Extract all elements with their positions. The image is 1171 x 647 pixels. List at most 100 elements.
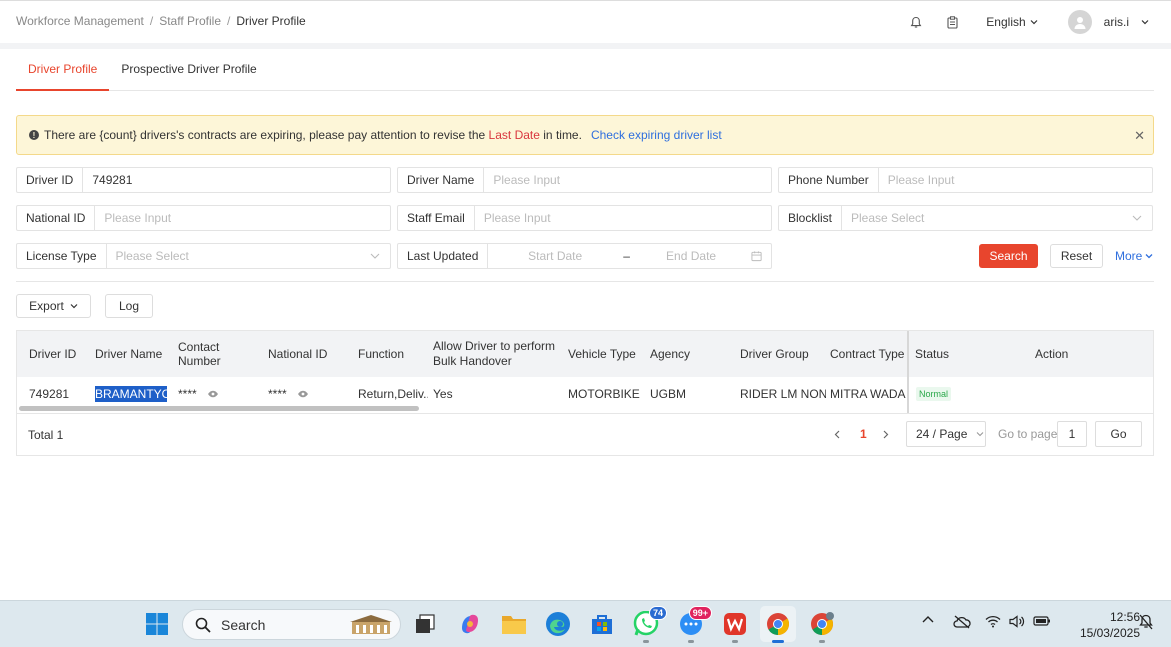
end-date-input[interactable]: End Date (631, 249, 751, 263)
column-header-bulk-handover: Allow Driver to perform Bulk Handover (433, 339, 556, 368)
phone-number-field[interactable]: Phone Number Please Input (778, 167, 1153, 193)
search-button[interactable]: Search (979, 244, 1038, 268)
chevron-left-icon (834, 430, 840, 438)
chevron-right-icon (883, 430, 889, 438)
start-date-input[interactable]: Start Date (488, 249, 622, 263)
license-type-value[interactable]: Please Select (107, 249, 371, 263)
task-view-icon[interactable] (412, 611, 438, 637)
driver-id-input[interactable]: 749281 (83, 173, 390, 187)
log-button[interactable]: Log (105, 294, 153, 318)
goto-page-input[interactable]: 1 (1057, 421, 1087, 447)
column-header-contact-number: Contact Number (178, 340, 221, 368)
driver-name-selected-text: BRAMANTYO... (95, 386, 167, 402)
cell-contact-number: **** (178, 379, 264, 409)
taskbar-search[interactable]: Search (182, 609, 401, 640)
driver-table: Driver ID Driver Name Contact Number Nat… (16, 330, 1154, 456)
eye-icon[interactable] (297, 390, 309, 398)
file-explorer-icon[interactable] (501, 611, 527, 637)
alert-text: There are {count} drivers's contracts ar… (44, 128, 486, 142)
reset-button[interactable]: Reset (1050, 244, 1103, 268)
battery-icon[interactable] (1033, 615, 1051, 627)
close-icon[interactable]: ✕ (1134, 128, 1145, 144)
breadcrumb-separator: / (149, 14, 154, 28)
blocklist-value[interactable]: Please Select (842, 211, 1132, 225)
windows-start-icon[interactable] (144, 611, 170, 637)
fixed-column-divider (907, 331, 909, 413)
wifi-icon[interactable] (985, 615, 1001, 628)
breadcrumb-workforce-management[interactable]: Workforce Management (16, 14, 144, 28)
clock-time: 12:56 (1109, 610, 1140, 624)
last-updated-range[interactable]: Last Updated Start Date – End Date (397, 243, 772, 269)
column-header-contract-type: Contract Type (830, 347, 905, 361)
license-type-label: License Type (17, 244, 107, 268)
clipboard-icon[interactable] (934, 9, 970, 35)
taskbar-clock[interactable]: 12:56 15/03/2025 (1060, 609, 1140, 641)
next-page-button[interactable] (883, 421, 889, 447)
running-indicator (732, 640, 738, 643)
driver-name-field[interactable]: Driver Name Please Input (397, 167, 772, 193)
chrome-profile-icon[interactable] (809, 611, 835, 637)
go-button[interactable]: Go (1095, 421, 1142, 447)
staff-email-input[interactable]: Please Input (475, 211, 771, 225)
column-header-action: Action (1035, 347, 1069, 361)
notifications-icon[interactable] (1139, 614, 1153, 630)
chevron-down-icon (70, 304, 78, 309)
chevron-up-icon[interactable] (922, 615, 934, 623)
license-type-select[interactable]: License Type Please Select (16, 243, 391, 269)
active-indicator (772, 640, 784, 643)
cell-driver-id: 749281 (29, 387, 70, 401)
tab-prospective-driver-profile[interactable]: Prospective Driver Profile (109, 49, 268, 91)
calendar-icon[interactable] (751, 250, 762, 262)
driver-id-label: Driver ID (17, 168, 84, 192)
warning-icon: ! (29, 130, 39, 140)
chevron-down-icon (976, 432, 984, 437)
avatar[interactable] (1067, 10, 1092, 34)
eye-icon[interactable] (207, 390, 219, 398)
page-size-select[interactable]: 24 / Page (906, 421, 986, 447)
running-indicator (819, 640, 825, 643)
bell-icon[interactable] (898, 9, 934, 35)
export-button[interactable]: Export (16, 294, 91, 318)
cell-agency: UGBM (650, 387, 686, 401)
chevron-down-icon[interactable] (1141, 19, 1149, 25)
contact-number-masked: **** (178, 387, 197, 401)
running-indicator (643, 640, 649, 643)
wps-office-icon[interactable] (722, 611, 748, 637)
more-filters-button[interactable]: More (1115, 249, 1153, 263)
language-selector[interactable]: English (986, 15, 1038, 29)
blocklist-select[interactable]: Blocklist Please Select (778, 205, 1153, 231)
messenger-icon[interactable]: 99+ (678, 606, 712, 637)
driver-name-input[interactable]: Please Input (484, 173, 771, 187)
page-number-current[interactable]: 1 (860, 421, 867, 447)
horizontal-scrollbar[interactable] (19, 406, 419, 411)
blocklist-label: Blocklist (779, 206, 843, 230)
check-expiring-driver-list-link[interactable]: Check expiring driver list (591, 128, 722, 142)
onedrive-offline-icon[interactable] (953, 615, 971, 629)
driver-name-label: Driver Name (398, 168, 485, 192)
driver-id-field[interactable]: Driver ID 749281 (16, 167, 391, 193)
date-range-separator: – (623, 249, 630, 263)
national-id-input[interactable]: Please Input (95, 211, 390, 225)
copilot-icon[interactable] (457, 611, 483, 637)
prev-page-button[interactable] (834, 421, 840, 447)
column-header-agency: Agency (650, 347, 691, 361)
national-id-field[interactable]: National ID Please Input (16, 205, 391, 231)
chevron-down-icon (1132, 215, 1142, 221)
cell-driver-name[interactable]: BRAMANTYO... (95, 379, 167, 409)
tab-driver-profile[interactable]: Driver Profile (16, 49, 110, 91)
user-name[interactable]: aris.i (1104, 15, 1129, 29)
cell-contract-type: MITRA WADA... (830, 387, 906, 401)
page-size-value: 24 / Page (916, 427, 968, 441)
whatsapp-icon[interactable]: 74 (633, 606, 667, 637)
breadcrumb-staff-profile[interactable]: Staff Profile (159, 14, 221, 28)
column-header-driver-id: Driver ID (29, 347, 77, 361)
volume-icon[interactable] (1009, 615, 1025, 628)
cell-status: Normal (916, 379, 976, 409)
filter-divider (16, 281, 1154, 282)
staff-email-field[interactable]: Staff Email Please Input (397, 205, 772, 231)
phone-number-input[interactable]: Please Input (879, 173, 1152, 187)
microsoft-store-icon[interactable] (589, 611, 615, 637)
chrome-browser-active-icon[interactable] (760, 606, 796, 642)
chevron-down-icon (1030, 20, 1038, 25)
edge-browser-icon[interactable] (545, 611, 571, 637)
